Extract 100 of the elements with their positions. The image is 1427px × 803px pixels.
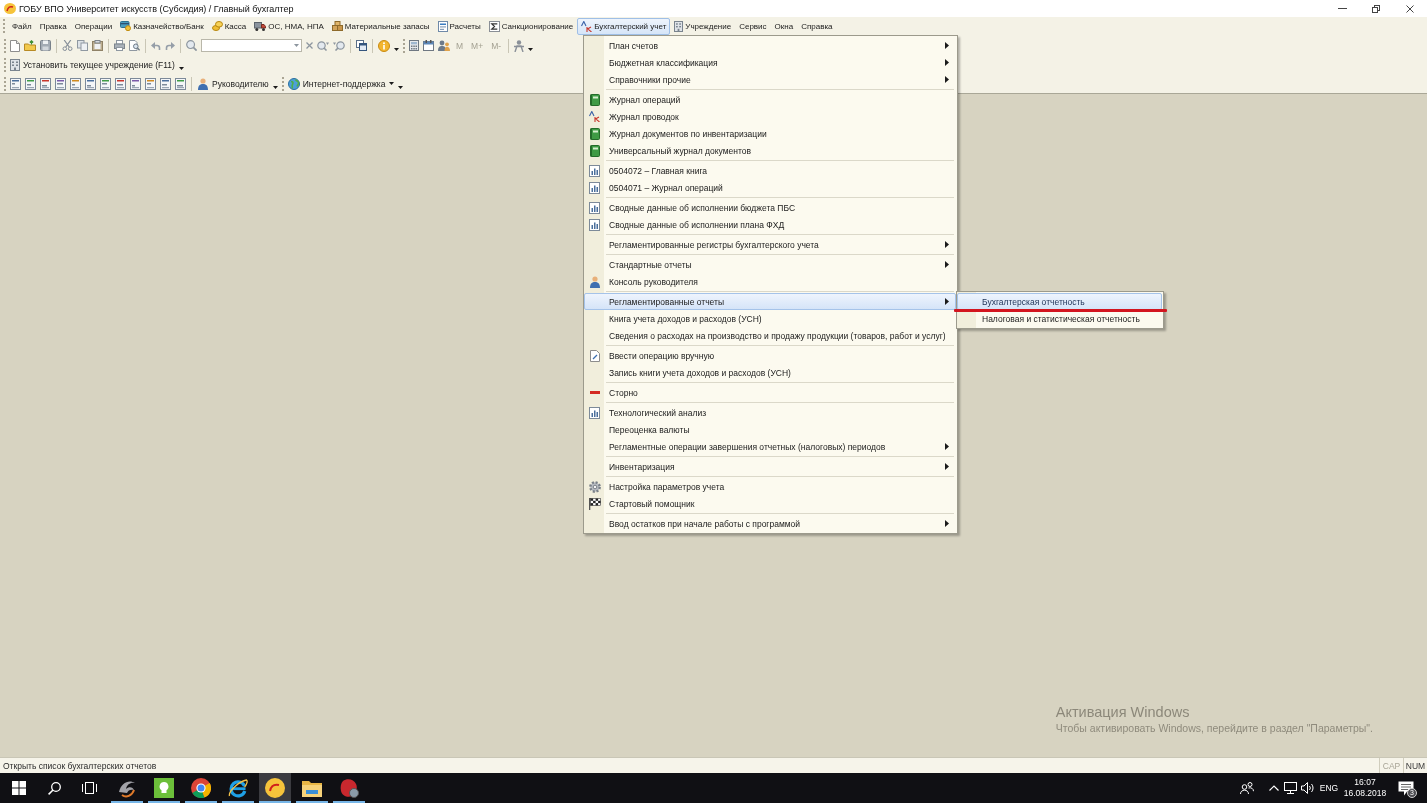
report-icon[interactable] [145, 77, 156, 90]
menu-bar-item[interactable]: Расчеты [433, 17, 485, 35]
menu-item[interactable]: Сводные данные об исполнении плана ФХД [584, 216, 956, 233]
users-icon[interactable] [438, 40, 450, 51]
menu-item[interactable]: Ввод остатков при начале работы с программой [584, 515, 956, 532]
window-icon[interactable] [356, 40, 367, 51]
caret-icon[interactable] [528, 48, 534, 51]
menu-item[interactable]: Регламентированные отчеты [584, 293, 956, 310]
volume-icon[interactable] [1301, 782, 1315, 794]
grip-handle[interactable] [4, 76, 6, 91]
menu-item[interactable]: 0504071 – Журнал операций [584, 179, 956, 196]
grip-handle[interactable] [281, 76, 284, 91]
report-icon[interactable] [85, 77, 96, 90]
restore-icon[interactable] [1372, 4, 1380, 13]
scissors-icon[interactable] [62, 40, 73, 51]
taskbar-button[interactable] [259, 773, 291, 803]
menu-item[interactable]: Книга учета доходов и расходов (УСН) [584, 310, 956, 327]
caret-icon[interactable] [272, 86, 278, 89]
menu-bar-item[interactable]: Казначейство/Банк [116, 17, 208, 35]
document-icon[interactable] [10, 39, 20, 52]
menu-item[interactable]: Журнал операций [584, 91, 956, 108]
menu-bar-item[interactable]: Операции [70, 17, 117, 35]
clock-date[interactable]: 16.08.2018 [1343, 788, 1387, 799]
task-view-icon[interactable] [82, 782, 97, 794]
minimize-icon[interactable] [1337, 8, 1347, 9]
grip-handle[interactable] [3, 19, 5, 33]
menu-bar-item[interactable]: Справка [797, 17, 837, 35]
close-icon[interactable] [1406, 4, 1414, 13]
caret-icon[interactable] [394, 48, 399, 51]
grip-handle[interactable] [4, 57, 6, 72]
menu-item[interactable]: Консоль руководителя [584, 273, 956, 290]
menu-item[interactable]: Инвентаризация [584, 458, 956, 475]
menu-item[interactable]: Журнал документов по инвентаризации [584, 125, 956, 142]
preview-icon[interactable] [129, 40, 140, 51]
menu-item[interactable]: План счетов [584, 37, 956, 54]
menu-item[interactable]: Ввести операцию вручную [584, 347, 956, 364]
report-icon[interactable] [25, 77, 36, 90]
caret-icon[interactable] [178, 67, 184, 70]
menu-item[interactable]: Стартовый помощник [584, 495, 956, 512]
menu-bar-item[interactable]: Санкционирование [484, 17, 578, 35]
report-icon[interactable] [55, 77, 66, 90]
search-field[interactable] [201, 39, 302, 52]
menu-bar-item[interactable]: Сервис [735, 17, 771, 35]
menu-bar-item[interactable]: Материальные запасы [327, 17, 434, 35]
menu-item[interactable]: Сведения о расходах на производство и продажу продукции (товаров, работ и услуг) [584, 327, 956, 344]
report-icon[interactable] [40, 77, 51, 90]
menu-item[interactable]: Справочники прочие [584, 71, 956, 88]
menu-item[interactable]: Сводные данные об исполнении бюджета ПБС [584, 199, 956, 216]
report-icon[interactable] [100, 77, 111, 90]
notification-icon[interactable] [1398, 780, 1414, 796]
menu-bar-item[interactable]: ОС, НМА, НПА [250, 17, 328, 35]
report-icon[interactable] [175, 77, 186, 90]
menu-bar-item[interactable]: Окна [770, 17, 798, 35]
report-icon[interactable] [115, 77, 126, 90]
set-institution-button[interactable]: Установить текущее учреждение (F11) [10, 58, 175, 71]
report-icon[interactable] [10, 77, 21, 90]
language-indicator[interactable]: ENG [1317, 783, 1341, 793]
support-button[interactable]: Интернет-поддержка [287, 77, 395, 90]
copy-icon[interactable] [77, 40, 88, 51]
menu-item[interactable]: Технологический анализ [584, 404, 956, 421]
grip-handle[interactable] [403, 38, 405, 53]
menu-bar-item[interactable]: Файл [8, 17, 36, 35]
network-icon[interactable] [1284, 782, 1297, 794]
find-next-icon[interactable] [317, 40, 329, 51]
menu-item[interactable]: Налоговая и статистическая отчетность [957, 310, 1162, 327]
chevron-up-icon[interactable] [1269, 785, 1279, 791]
find-previous-icon[interactable] [333, 40, 345, 51]
report-icon[interactable] [70, 77, 81, 90]
menu-item[interactable]: 0504072 – Главная книга [584, 162, 956, 179]
undo-icon[interactable] [151, 41, 161, 50]
menu-bar-item[interactable]: Бухгалтерский учет [577, 17, 671, 35]
printer-icon[interactable] [114, 40, 125, 51]
menu-bar-item[interactable]: Правка [35, 17, 71, 35]
manager-button[interactable]: Руководителю [197, 77, 269, 90]
menu-item[interactable]: Запись книги учета доходов и расходов (УСН) [584, 364, 956, 381]
calculator-icon[interactable] [409, 40, 419, 51]
report-icon[interactable] [160, 77, 171, 90]
menu-item[interactable]: Бюджетная классификация [584, 54, 956, 71]
redo-icon[interactable] [165, 41, 175, 50]
folder-icon[interactable] [24, 40, 36, 51]
dropdown-arrow-icon[interactable] [294, 44, 299, 47]
report-icon[interactable] [130, 77, 141, 90]
menu-item[interactable]: Регламентированные регистры бухгалтерского учета [584, 236, 956, 253]
menu-item[interactable]: Стандартные отчеты [584, 256, 956, 273]
windows-logo-icon[interactable] [12, 781, 26, 795]
menu-bar-item[interactable]: Учреждение [670, 17, 736, 35]
search-icon[interactable] [48, 781, 61, 795]
clock-time[interactable]: 16:07 [1354, 777, 1376, 788]
menu-item[interactable]: Сторно [584, 384, 956, 401]
menu-item[interactable]: Журнал проводок [584, 108, 956, 125]
people-icon[interactable] [1240, 782, 1254, 794]
menu-item[interactable]: Регламентные операции завершения отчетных (налоговых) периодов [584, 438, 956, 455]
clear-icon[interactable] [306, 42, 313, 49]
menu-item[interactable]: Переоценка валюты [584, 421, 956, 438]
calendar-icon[interactable] [423, 40, 434, 51]
menu-item[interactable]: Универсальный журнал документов [584, 142, 956, 159]
menu-bar-item[interactable]: Касса [207, 17, 251, 35]
floppy-icon[interactable] [40, 40, 51, 51]
grip-handle[interactable] [4, 38, 6, 53]
menu-item[interactable]: Настройка параметров учета [584, 478, 956, 495]
